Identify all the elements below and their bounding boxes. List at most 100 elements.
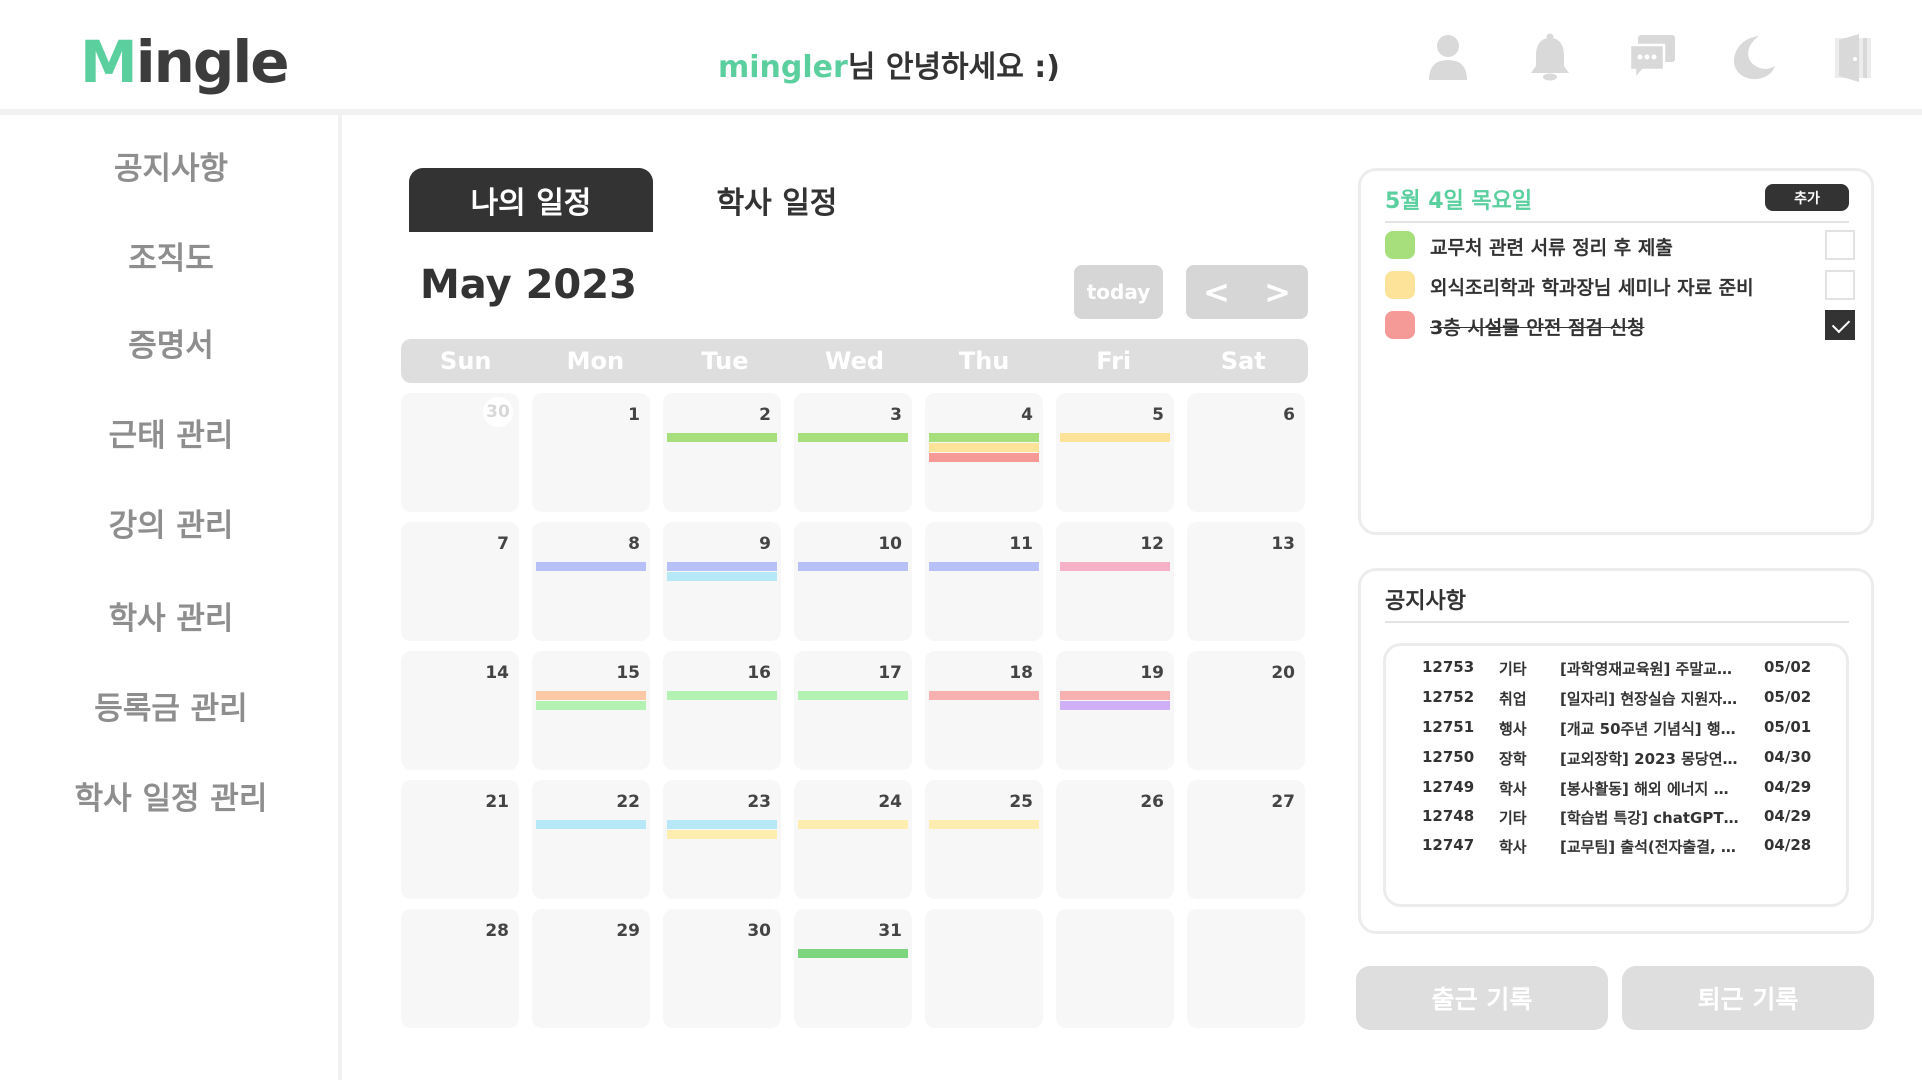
- sidebar-item-org-chart[interactable]: 조직도: [0, 233, 342, 278]
- calendar-day-cell[interactable]: 23: [663, 780, 781, 899]
- calendar-day-cell[interactable]: 6: [1187, 393, 1305, 512]
- chat-icon[interactable]: [1626, 28, 1678, 86]
- notice-row[interactable]: 12750 장학 [교외장학] 2023 몽당연필... 04/30: [1386, 742, 1846, 772]
- calendar-day-cell[interactable]: 13: [1187, 522, 1305, 641]
- event-bar[interactable]: [798, 433, 908, 442]
- calendar-day-cell[interactable]: 24: [794, 780, 912, 899]
- calendar-day-cell[interactable]: 18: [925, 651, 1043, 770]
- notice-row[interactable]: 12752 취업 [일자리] 현장실습 지원자를... 05/02: [1386, 682, 1846, 712]
- calendar-day-cell[interactable]: 4: [925, 393, 1043, 512]
- logo-rest: ingle: [135, 28, 290, 96]
- today-button[interactable]: today: [1074, 265, 1163, 319]
- calendar-day-cell[interactable]: 30: [663, 909, 781, 1028]
- event-bar[interactable]: [1060, 701, 1170, 710]
- event-bar[interactable]: [929, 453, 1039, 462]
- notice-id: 12753: [1422, 658, 1475, 676]
- event-bar[interactable]: [667, 572, 777, 581]
- calendar-day-cell[interactable]: 3: [794, 393, 912, 512]
- calendar-day-cell[interactable]: [1187, 909, 1305, 1028]
- event-bar[interactable]: [929, 443, 1039, 452]
- event-bar[interactable]: [798, 820, 908, 829]
- bell-icon[interactable]: [1524, 28, 1576, 86]
- calendar-day-cell[interactable]: 20: [1187, 651, 1305, 770]
- weekday-mon: Mon: [566, 347, 625, 375]
- calendar-day-cell[interactable]: 1: [532, 393, 650, 512]
- sidebar-item-certificates[interactable]: 증명서: [0, 320, 342, 365]
- notice-row[interactable]: 12751 행사 [개교 50주년 기념식] 행사... 05/01: [1386, 712, 1846, 742]
- calendar-day-cell[interactable]: 17: [794, 651, 912, 770]
- day-number: 8: [628, 534, 640, 554]
- todo-checkbox[interactable]: [1825, 270, 1855, 300]
- notice-title: [과학영재교육원] 주말교육...: [1560, 660, 1740, 678]
- calendar-day-cell[interactable]: 14: [401, 651, 519, 770]
- sidebar-item-academic-mgmt[interactable]: 학사 관리: [0, 593, 342, 638]
- calendar-day-cell[interactable]: 29: [532, 909, 650, 1028]
- calendar-day-cell[interactable]: 8: [532, 522, 650, 641]
- event-bar[interactable]: [929, 820, 1039, 829]
- event-bar[interactable]: [1060, 562, 1170, 571]
- calendar-day-cell[interactable]: 31: [794, 909, 912, 1028]
- next-month-button[interactable]: >: [1247, 265, 1308, 319]
- todo-date: 5월 4일 목요일: [1385, 189, 1533, 214]
- calendar-day-cell[interactable]: 28: [401, 909, 519, 1028]
- sidebar-item-tuition-mgmt[interactable]: 등록금 관리: [0, 683, 342, 728]
- calendar-day-cell[interactable]: 10: [794, 522, 912, 641]
- add-todo-button[interactable]: 추가: [1765, 184, 1849, 211]
- event-bar[interactable]: [929, 433, 1039, 442]
- event-bar[interactable]: [798, 562, 908, 571]
- tab-academic-schedule[interactable]: 학사 일정: [655, 168, 899, 232]
- calendar-day-cell[interactable]: 7: [401, 522, 519, 641]
- calendar-day-cell[interactable]: 26: [1056, 780, 1174, 899]
- check-in-button[interactable]: 출근 기록: [1356, 966, 1608, 1030]
- todo-checkbox[interactable]: [1825, 310, 1855, 340]
- event-bar[interactable]: [798, 691, 908, 700]
- mingle-logo[interactable]: Mingle: [80, 28, 290, 96]
- event-bar[interactable]: [798, 949, 908, 958]
- weekday-fri: Fri: [1096, 347, 1132, 375]
- sidebar-item-schedule-mgmt[interactable]: 학사 일정 관리: [0, 773, 342, 818]
- calendar-day-cell[interactable]: 25: [925, 780, 1043, 899]
- calendar-day-cell[interactable]: 30: [401, 393, 519, 512]
- calendar-day-cell[interactable]: [1056, 909, 1174, 1028]
- prev-month-button[interactable]: <: [1186, 265, 1247, 319]
- calendar-day-cell[interactable]: [925, 909, 1043, 1028]
- sidebar-item-lecture-mgmt[interactable]: 강의 관리: [0, 500, 342, 545]
- calendar-day-cell[interactable]: 5: [1056, 393, 1174, 512]
- notice-title: [교외장학] 2023 몽당연필...: [1560, 750, 1740, 768]
- sidebar-item-notices[interactable]: 공지사항: [0, 143, 342, 188]
- event-bar[interactable]: [667, 830, 777, 839]
- calendar-day-cell[interactable]: 22: [532, 780, 650, 899]
- event-bar[interactable]: [1060, 433, 1170, 442]
- event-bar[interactable]: [667, 433, 777, 442]
- notice-row[interactable]: 12749 학사 [봉사활동] 해외 에너지 빈... 04/29: [1386, 772, 1846, 802]
- calendar-day-cell[interactable]: 19: [1056, 651, 1174, 770]
- event-bar[interactable]: [667, 820, 777, 829]
- calendar-day-cell[interactable]: 12: [1056, 522, 1174, 641]
- notice-row[interactable]: 12748 기타 [학습법 특강] chatGPT 똑... 04/29: [1386, 801, 1846, 831]
- door-icon[interactable]: [1830, 28, 1882, 86]
- check-out-button[interactable]: 퇴근 기록: [1622, 966, 1874, 1030]
- calendar-day-cell[interactable]: 21: [401, 780, 519, 899]
- calendar-day-cell[interactable]: 16: [663, 651, 781, 770]
- event-bar[interactable]: [929, 691, 1039, 700]
- moon-icon[interactable]: [1728, 28, 1780, 86]
- notice-row[interactable]: 12753 기타 [과학영재교육원] 주말교육... 05/02: [1386, 652, 1846, 682]
- calendar-day-cell[interactable]: 2: [663, 393, 781, 512]
- event-bar[interactable]: [667, 562, 777, 571]
- event-bar[interactable]: [536, 562, 646, 571]
- sidebar-item-attendance-mgmt[interactable]: 근태 관리: [0, 410, 342, 455]
- user-icon[interactable]: [1422, 28, 1474, 86]
- event-bar[interactable]: [536, 691, 646, 700]
- event-bar[interactable]: [929, 562, 1039, 571]
- calendar-day-cell[interactable]: 11: [925, 522, 1043, 641]
- todo-checkbox[interactable]: [1825, 230, 1855, 260]
- calendar-day-cell[interactable]: 15: [532, 651, 650, 770]
- notice-row[interactable]: 12747 학사 [교무팀] 출석(전자출결, 공... 04/28: [1386, 830, 1846, 860]
- tab-my-schedule[interactable]: 나의 일정: [409, 168, 653, 232]
- event-bar[interactable]: [536, 820, 646, 829]
- event-bar[interactable]: [536, 701, 646, 710]
- event-bar[interactable]: [667, 691, 777, 700]
- calendar-day-cell[interactable]: 9: [663, 522, 781, 641]
- event-bar[interactable]: [1060, 691, 1170, 700]
- calendar-day-cell[interactable]: 27: [1187, 780, 1305, 899]
